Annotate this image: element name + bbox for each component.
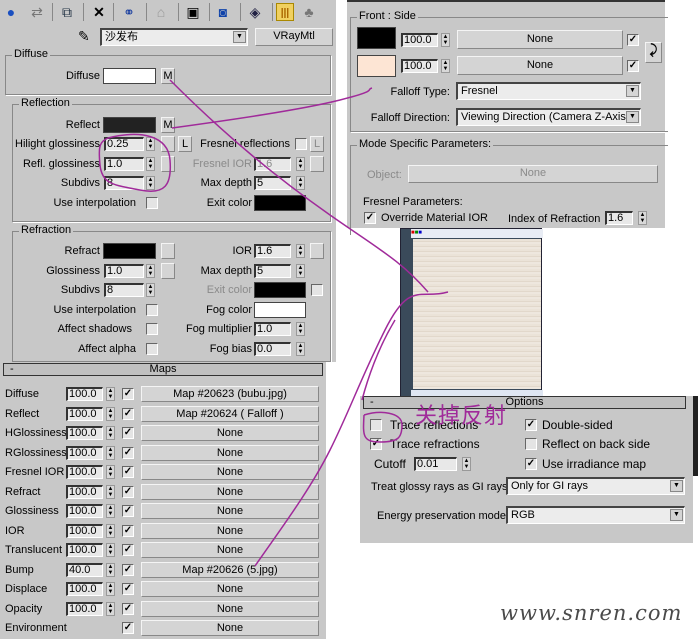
annotation-strokes (98, 79, 449, 567)
reflect-to-falloff-stroke (171, 87, 373, 129)
options-link-stroke (361, 319, 396, 401)
annotation-text: 关掉反射 (415, 404, 508, 429)
diffuse-to-texture-stroke (169, 79, 429, 293)
watermark: www.snren.com (500, 601, 683, 625)
glossiness-circle-stroke (98, 133, 172, 192)
trace-reflections-circle-stroke (362, 411, 403, 443)
